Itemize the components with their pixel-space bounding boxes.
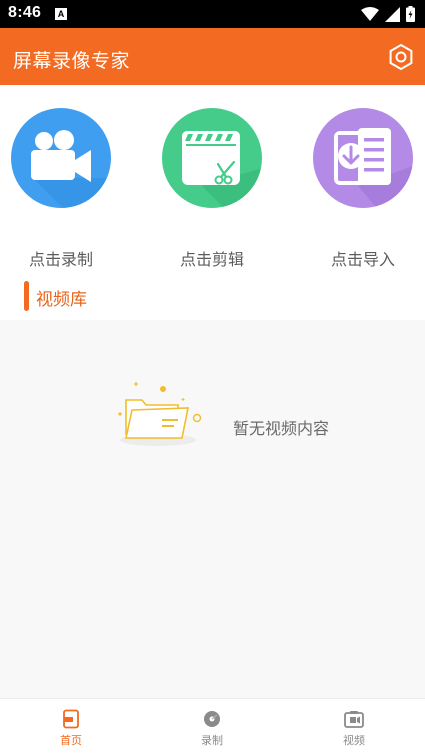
app-bar: 屏幕录像专家 [0,28,425,85]
wifi-icon [361,7,379,21]
app-screen: 8:46 A 屏幕录像专家 点击录制 点击剪辑 点击导入 视频库 暂无视频内容 … [0,0,425,755]
battery-charging-icon [406,6,415,22]
nav-video[interactable]: 视频 [304,699,404,755]
status-indicators [361,5,415,23]
nav-record-label: 录制 [201,734,223,747]
bottom-nav: 首页 录制 视频 [0,698,425,755]
video-folder-icon [344,711,364,728]
video-library: 暂无视频内容 [0,320,425,698]
import-document-icon [334,128,413,208]
import-action[interactable]: 点击导入 [313,108,413,269]
section-title: 视频库 [36,290,87,310]
nav-home-label: 首页 [60,734,82,747]
settings-hexagon-icon [389,43,413,71]
quick-actions: 点击录制 点击剪辑 点击导入 [0,85,425,269]
record-action[interactable]: 点击录制 [11,108,111,269]
signal-icon [385,6,400,22]
notification-a-icon: A [55,8,67,20]
edit-action-label: 点击剪辑 [179,250,244,269]
settings-button[interactable] [387,43,415,71]
edit-action-circle [162,108,262,208]
clapper-scissors-icon [182,131,262,208]
app-title: 屏幕录像专家 [13,50,131,72]
empty-folder-icon [118,382,202,446]
record-icon [204,711,220,727]
import-action-label: 点击导入 [330,250,395,269]
status-bar: 8:46 A [0,0,425,28]
nav-record[interactable]: 录制 [162,699,262,755]
status-time: 8:46 [8,4,42,21]
video-camera-icon [31,130,111,208]
nav-video-label: 视频 [343,734,365,747]
import-action-circle [313,108,413,208]
nav-home[interactable]: 首页 [21,699,121,755]
home-icon [63,709,79,729]
section-accent-bar [24,281,29,311]
record-action-circle [11,108,111,208]
empty-state-text: 暂无视频内容 [233,419,330,438]
record-action-label: 点击录制 [28,250,93,269]
edit-action[interactable]: 点击剪辑 [162,108,262,269]
